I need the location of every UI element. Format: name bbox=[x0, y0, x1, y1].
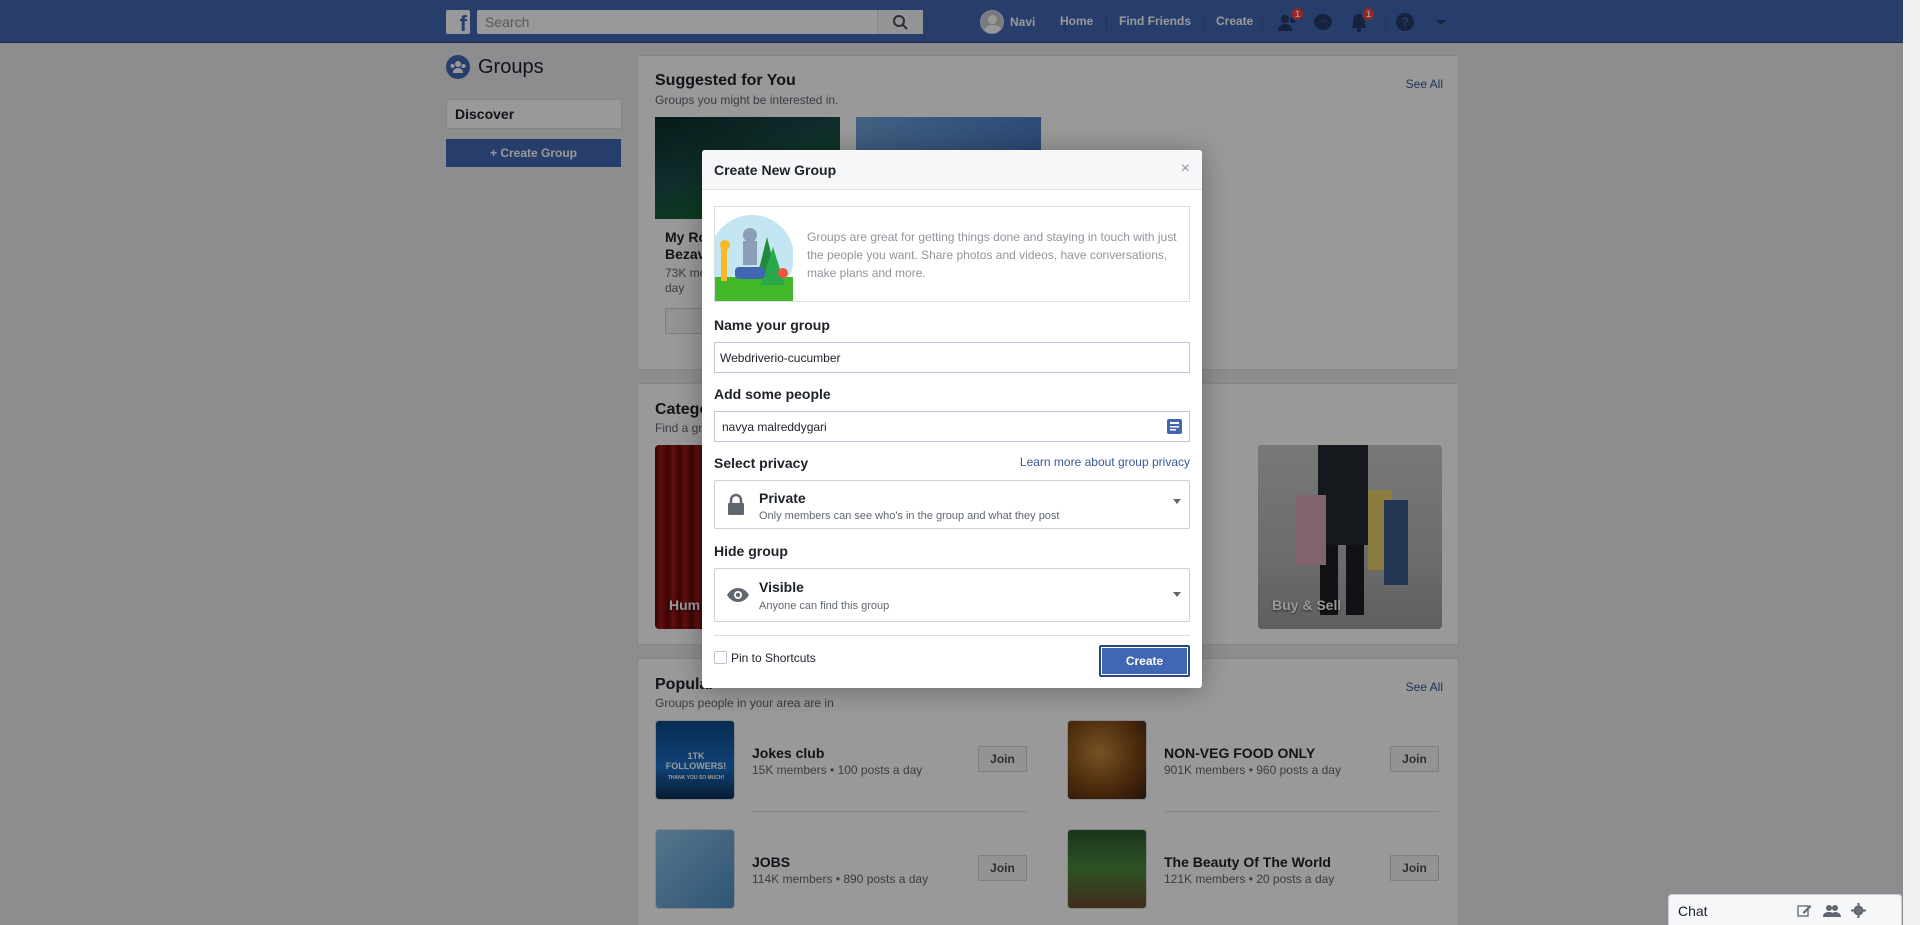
chat-label: Chat bbox=[1678, 903, 1708, 919]
name-group-label: Name your group bbox=[714, 317, 830, 333]
add-people-input[interactable]: navya malreddygari bbox=[714, 411, 1190, 442]
compose-icon[interactable] bbox=[1797, 903, 1812, 918]
dialog-footer-divider bbox=[714, 635, 1190, 636]
intro-text: Groups are great for getting things done… bbox=[807, 230, 1177, 280]
pin-shortcuts-checkbox[interactable] bbox=[714, 651, 727, 664]
visibility-title: Visible bbox=[759, 579, 804, 595]
dialog-title: Create New Group bbox=[714, 162, 837, 178]
chevron-down-icon bbox=[1173, 592, 1181, 597]
privacy-description: Only members can see who's in the group … bbox=[759, 510, 1060, 522]
learn-privacy-link[interactable]: Learn more about group privacy bbox=[1020, 455, 1190, 469]
chat-bar[interactable]: Chat bbox=[1668, 894, 1902, 925]
people-input-value: navya malreddygari bbox=[722, 420, 827, 434]
page-scrollbar[interactable] bbox=[1903, 0, 1920, 925]
contacts-icon[interactable] bbox=[1167, 419, 1182, 434]
pin-shortcuts-label[interactable]: Pin to Shortcuts bbox=[731, 651, 816, 665]
visibility-description: Anyone can find this group bbox=[759, 600, 890, 612]
intro-box: Groups are great for getting things done… bbox=[714, 206, 1190, 302]
lock-icon bbox=[728, 493, 744, 515]
add-people-label: Add some people bbox=[714, 386, 831, 402]
visibility-select[interactable]: Visible Anyone can find this group bbox=[714, 568, 1190, 622]
hide-group-label: Hide group bbox=[714, 543, 788, 559]
group-name-input[interactable] bbox=[714, 342, 1190, 373]
group-chat-icon[interactable] bbox=[1823, 903, 1841, 918]
privacy-select[interactable]: Private Only members can see who's in th… bbox=[714, 480, 1190, 529]
chevron-down-icon bbox=[1173, 499, 1181, 504]
gear-icon[interactable] bbox=[1851, 903, 1866, 918]
privacy-title: Private bbox=[759, 490, 806, 506]
create-button[interactable]: Create bbox=[1099, 645, 1190, 677]
eye-icon bbox=[727, 588, 749, 602]
close-icon[interactable]: × bbox=[1181, 160, 1190, 178]
dialog-header: Create New Group × bbox=[702, 150, 1202, 190]
groups-illustration-icon bbox=[715, 215, 793, 301]
create-group-dialog: Create New Group × Groups are great for … bbox=[702, 150, 1202, 688]
select-privacy-label: Select privacy bbox=[714, 455, 809, 471]
